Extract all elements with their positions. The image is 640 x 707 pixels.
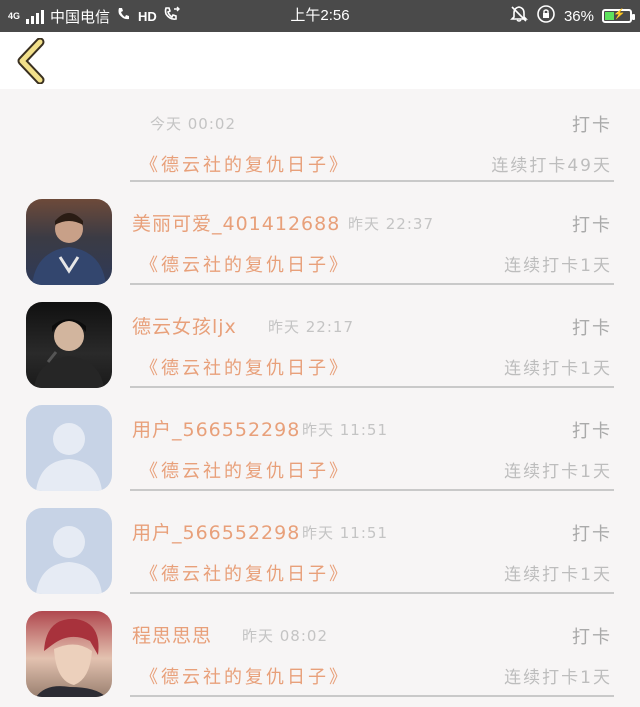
username[interactable]: 用户_566552298 — [132, 518, 300, 545]
divider — [130, 180, 614, 182]
avatar-placeholder[interactable] — [26, 508, 112, 594]
streak-text: 连续打卡1天 — [504, 668, 612, 688]
book-title[interactable]: 《德云社的复仇日子》 — [140, 354, 350, 380]
checkin-action: 打卡 — [572, 627, 612, 648]
checkin-action: 打卡 — [572, 421, 612, 442]
status-right: 36% ⚡ — [510, 0, 635, 32]
book-title[interactable]: 《德云社的复仇日子》 — [140, 457, 350, 483]
avatar-placeholder[interactable] — [26, 405, 112, 491]
username[interactable]: 程思思思 — [132, 621, 212, 648]
streak-text: 连续打卡1天 — [504, 359, 612, 379]
avatar[interactable] — [26, 302, 112, 388]
orientation-lock-icon — [536, 4, 556, 28]
book-title[interactable]: 《德云社的复仇日子》 — [140, 560, 350, 586]
divider — [130, 592, 614, 594]
checkin-action: 打卡 — [572, 115, 612, 136]
avatar[interactable] — [26, 611, 112, 697]
user-silhouette-icon — [36, 526, 102, 594]
streak-text: 连续打卡1天 — [504, 462, 612, 482]
checkin-time: 昨天 22:17 — [268, 318, 354, 336]
streak-text: 连续打卡1天 — [504, 256, 612, 276]
streak-text: 连续打卡1天 — [504, 565, 612, 585]
book-title[interactable]: 《德云社的复仇日子》 — [140, 151, 350, 177]
checkin-action: 打卡 — [572, 215, 612, 236]
list-item[interactable]: 今天 00:02 打卡 《德云社的复仇日子》 连续打卡49天 — [0, 89, 640, 183]
battery-percent: 36% — [563, 7, 594, 25]
divider — [130, 386, 614, 388]
book-title[interactable]: 《德云社的复仇日子》 — [140, 663, 350, 689]
divider — [130, 695, 614, 697]
list-item[interactable]: 用户_566552298 昨天 11:51 打卡 《德云社的复仇日子》 连续打卡… — [0, 492, 640, 595]
username[interactable]: 美丽可爱_401412688 — [132, 209, 340, 236]
status-bar: 4G 中国电信 HD 上午2:56 36% ⚡ — [0, 0, 640, 32]
checkin-action: 打卡 — [572, 318, 612, 339]
checkin-time: 昨天 08:02 — [242, 627, 328, 645]
checkin-time: 昨天 11:51 — [302, 421, 388, 439]
username[interactable]: 德云女孩ljx — [132, 312, 237, 339]
checkin-time: 今天 00:02 — [150, 115, 236, 133]
user-silhouette-icon — [36, 423, 102, 491]
username[interactable]: 用户_566552298 — [132, 415, 300, 442]
divider — [130, 489, 614, 491]
book-title[interactable]: 《德云社的复仇日子》 — [140, 251, 350, 277]
divider — [130, 283, 614, 285]
list-item[interactable]: 美丽可爱_401412688 昨天 22:37 打卡 《德云社的复仇日子》 连续… — [0, 183, 640, 286]
avatar[interactable] — [26, 199, 112, 285]
checkin-time: 昨天 22:37 — [348, 215, 434, 233]
list-item[interactable]: 德云女孩ljx 昨天 22:17 打卡 《德云社的复仇日子》 连续打卡1天 — [0, 286, 640, 389]
checkin-time: 昨天 11:51 — [302, 524, 388, 542]
mute-icon — [510, 5, 528, 27]
back-button[interactable] — [14, 37, 58, 85]
chevron-left-icon — [17, 37, 45, 85]
nav-bar — [0, 32, 640, 89]
battery-icon: ⚡ — [602, 9, 635, 23]
checkin-list: 今天 00:02 打卡 《德云社的复仇日子》 连续打卡49天 美丽可爱_4014… — [0, 89, 640, 698]
list-item[interactable]: 程思思思 昨天 08:02 打卡 《德云社的复仇日子》 连续打卡1天 — [0, 595, 640, 698]
checkin-action: 打卡 — [572, 524, 612, 545]
list-item[interactable]: 用户_566552298 昨天 11:51 打卡 《德云社的复仇日子》 连续打卡… — [0, 389, 640, 492]
streak-text: 连续打卡49天 — [491, 156, 612, 176]
